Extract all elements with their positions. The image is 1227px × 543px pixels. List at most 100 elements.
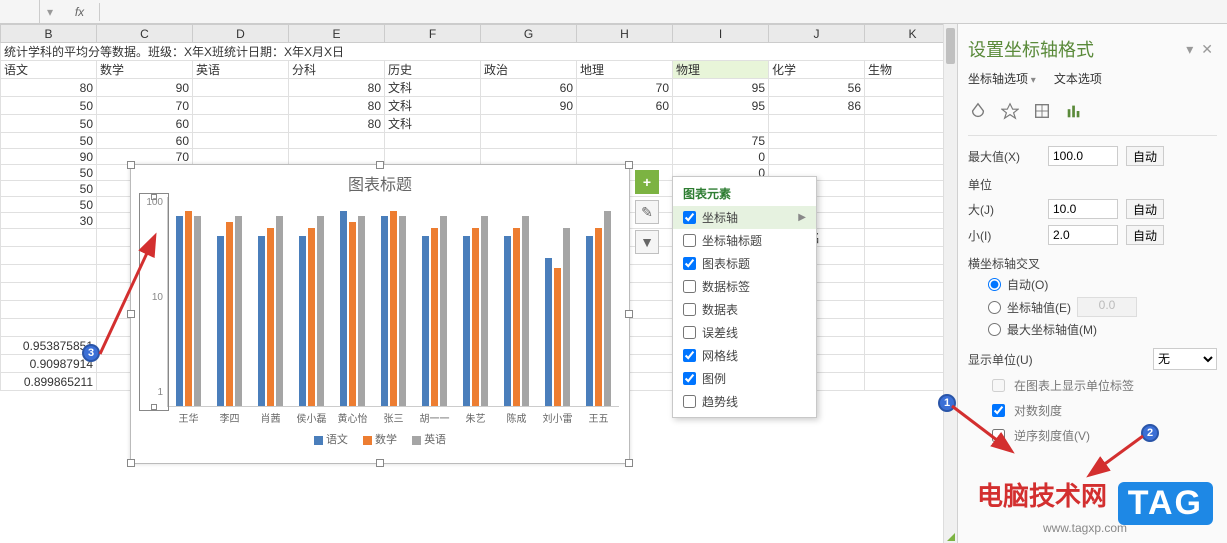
resize-handle[interactable] — [127, 459, 135, 467]
cell[interactable]: 90 — [1, 149, 97, 165]
cell[interactable] — [769, 115, 865, 133]
cell[interactable]: 文科 — [385, 97, 481, 115]
chart-title[interactable]: 图表标题 — [131, 165, 629, 197]
chart-element-option[interactable]: 图表标题 — [673, 252, 816, 275]
bar[interactable] — [185, 211, 192, 406]
bar[interactable] — [226, 222, 233, 407]
bar[interactable] — [390, 211, 397, 406]
element-checkbox[interactable] — [683, 395, 696, 408]
column-header[interactable]: F — [385, 25, 481, 43]
cell[interactable]: 56 — [769, 79, 865, 97]
cell[interactable]: 80 — [289, 97, 385, 115]
bar[interactable] — [235, 216, 242, 406]
cell[interactable]: 80 — [1, 79, 97, 97]
cell[interactable]: 50 — [1, 181, 97, 197]
cell[interactable] — [193, 149, 289, 165]
column-header[interactable]: H — [577, 25, 673, 43]
cell[interactable] — [481, 115, 577, 133]
bar-group[interactable]: 肖茜 — [257, 216, 285, 406]
bar[interactable] — [463, 236, 470, 406]
bar[interactable] — [217, 236, 224, 406]
bar[interactable] — [563, 228, 570, 406]
cell[interactable]: 60 — [97, 133, 193, 149]
cell[interactable] — [193, 97, 289, 115]
column-header[interactable]: G — [481, 25, 577, 43]
cross-value-radio[interactable] — [988, 301, 1001, 314]
bar[interactable] — [431, 228, 438, 406]
chart-element-option[interactable]: 网格线 — [673, 344, 816, 367]
bar[interactable] — [554, 268, 561, 406]
cell[interactable]: 50 — [1, 97, 97, 115]
cell[interactable]: 70 — [97, 149, 193, 165]
cell[interactable]: 95 — [673, 97, 769, 115]
bar[interactable] — [308, 228, 315, 406]
tab-text-options[interactable]: 文本选项 — [1054, 70, 1102, 87]
name-box-dropdown[interactable]: ▾ — [40, 5, 60, 19]
major-unit-input[interactable] — [1048, 199, 1118, 219]
resize-handle[interactable] — [625, 310, 633, 318]
cell[interactable] — [289, 133, 385, 149]
element-checkbox[interactable] — [683, 349, 696, 362]
resize-handle[interactable] — [376, 161, 384, 169]
minor-auto-button[interactable]: 自动 — [1126, 225, 1164, 245]
resize-handle[interactable] — [625, 161, 633, 169]
bar-group[interactable]: 陈成 — [503, 216, 531, 406]
cell[interactable]: 文科 — [385, 115, 481, 133]
chart-plot-area[interactable]: 王华李四肖茜侯小磊黄心怡张三胡一一朱艺陈成刘小雷王五 — [167, 197, 619, 407]
bar[interactable] — [399, 216, 406, 406]
minor-unit-input[interactable] — [1048, 225, 1118, 245]
bar-group[interactable]: 王五 — [585, 211, 613, 406]
chart-element-option[interactable]: 误差线 — [673, 321, 816, 344]
cell[interactable]: 50 — [1, 115, 97, 133]
cell[interactable] — [385, 149, 481, 165]
cell[interactable] — [577, 115, 673, 133]
element-checkbox[interactable] — [683, 257, 696, 270]
cell[interactable] — [385, 133, 481, 149]
cell[interactable]: 95 — [673, 79, 769, 97]
bar[interactable] — [267, 228, 274, 406]
column-header[interactable]: B — [1, 25, 97, 43]
cell[interactable] — [193, 79, 289, 97]
bar[interactable] — [317, 216, 324, 406]
element-checkbox[interactable] — [683, 372, 696, 385]
chart-element-option[interactable]: 趋势线 — [673, 390, 816, 413]
element-checkbox[interactable] — [683, 280, 696, 293]
cell[interactable]: 80 — [289, 79, 385, 97]
cell[interactable] — [193, 133, 289, 149]
chart-element-option[interactable]: 坐标轴标题 — [673, 229, 816, 252]
bar-group[interactable]: 朱艺 — [462, 216, 490, 406]
log-scale-checkbox[interactable] — [992, 404, 1005, 417]
cell[interactable]: 60 — [481, 79, 577, 97]
bar[interactable] — [586, 236, 593, 406]
cell[interactable]: 30 — [1, 213, 97, 229]
bar-group[interactable]: 黄心怡 — [339, 211, 367, 406]
max-value-input[interactable] — [1048, 146, 1118, 166]
cell[interactable] — [481, 133, 577, 149]
cell[interactable]: 0 — [673, 149, 769, 165]
bar[interactable] — [176, 216, 183, 406]
chart-element-option[interactable]: 数据标签 — [673, 275, 816, 298]
panel-dropdown-icon[interactable]: ▾ — [1182, 41, 1197, 58]
column-header[interactable]: E — [289, 25, 385, 43]
bar[interactable] — [194, 216, 201, 406]
bar-group[interactable]: 李四 — [216, 216, 244, 406]
bar-group[interactable]: 刘小雷 — [544, 228, 572, 406]
cell[interactable] — [769, 149, 865, 165]
bar[interactable] — [276, 216, 283, 406]
submenu-arrow-icon[interactable]: ▶ — [798, 212, 806, 223]
panel-close-icon[interactable]: ✕ — [1197, 41, 1217, 58]
embedded-chart[interactable]: 图表标题 100 10 1 王华李四肖茜侯小磊黄心怡张三胡一一朱艺陈成刘小雷王五… — [130, 164, 630, 464]
element-checkbox[interactable] — [683, 234, 696, 247]
element-checkbox[interactable] — [683, 211, 696, 224]
cell[interactable]: 80 — [289, 115, 385, 133]
chart-element-option[interactable]: 图例 — [673, 367, 816, 390]
cell[interactable]: 90 — [97, 79, 193, 97]
vertical-scrollbar[interactable] — [943, 24, 957, 543]
bar[interactable] — [522, 216, 529, 406]
chart-filters-button[interactable]: ▼ — [635, 230, 659, 254]
bar-group[interactable]: 胡一一 — [421, 216, 449, 406]
bar[interactable] — [358, 216, 365, 406]
bar[interactable] — [545, 258, 552, 406]
cross-auto-radio[interactable] — [988, 278, 1001, 291]
effects-icon[interactable] — [1000, 101, 1020, 121]
